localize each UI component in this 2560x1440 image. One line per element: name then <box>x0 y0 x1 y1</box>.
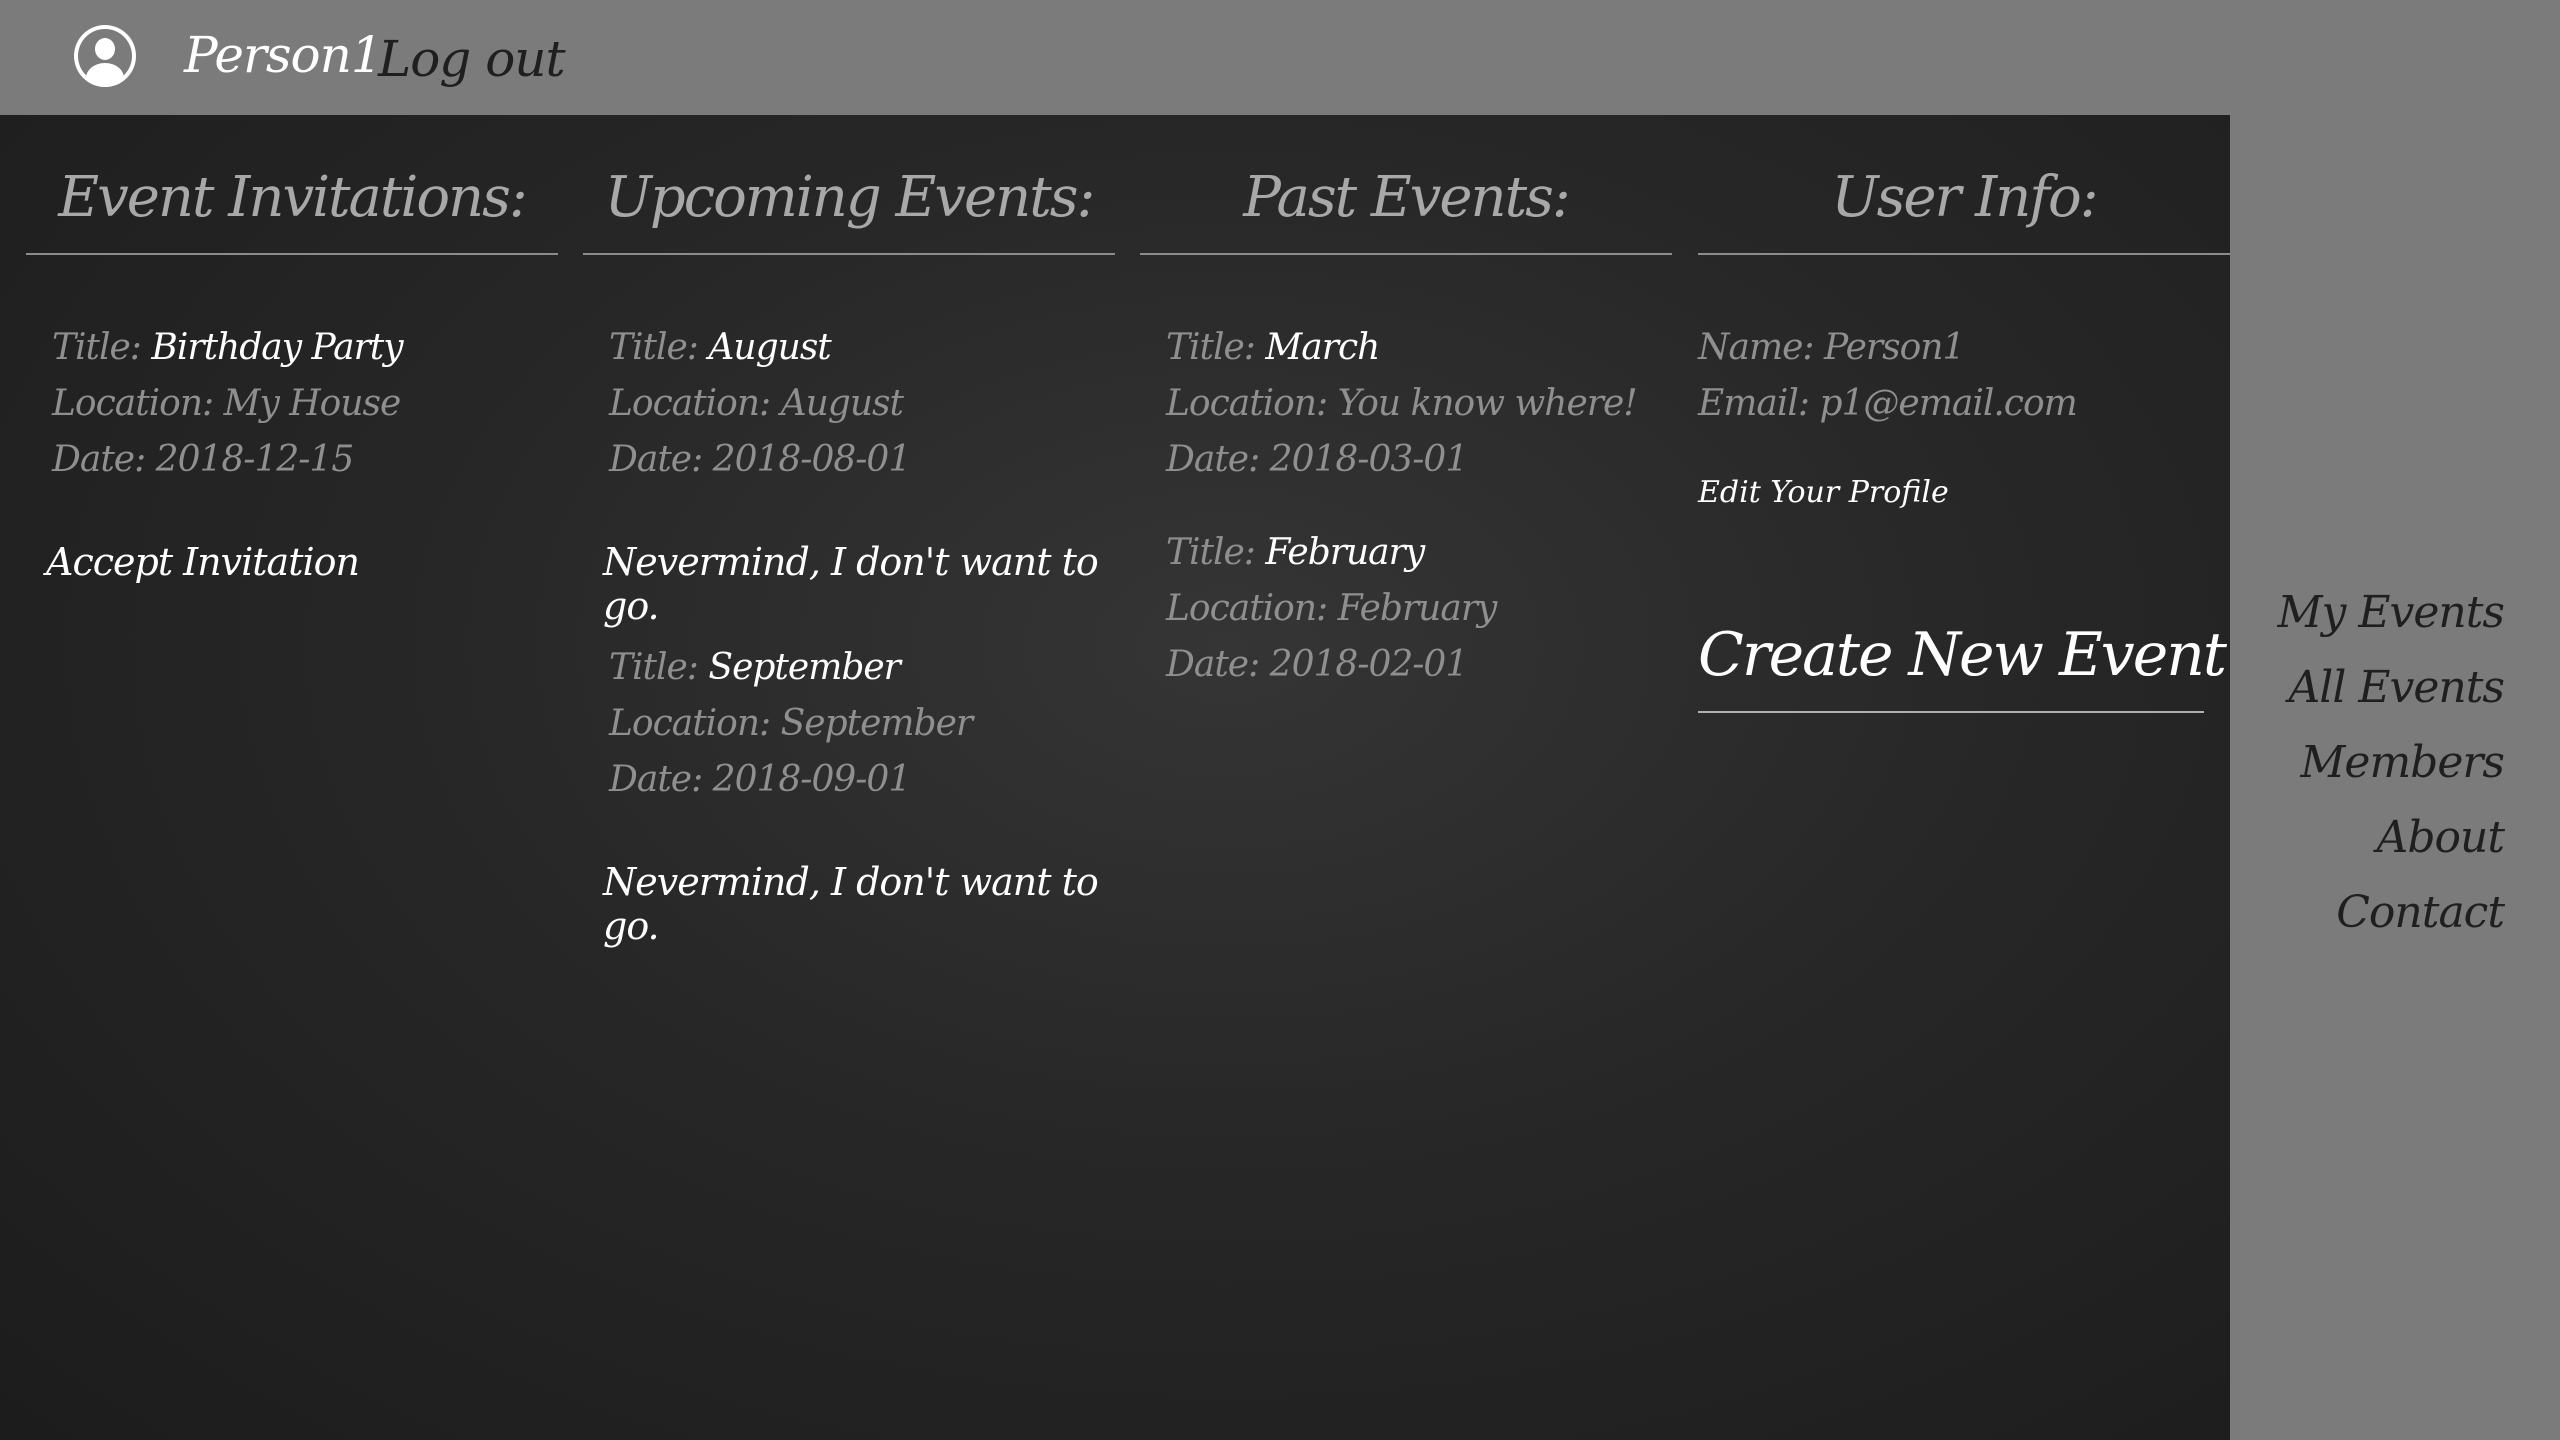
nav-members[interactable]: Members <box>2277 725 2505 800</box>
heading-divider <box>1698 253 2230 255</box>
edit-profile-link[interactable]: Edit Your Profile <box>1698 475 1949 510</box>
event-date: Date: 2018-12-15 <box>52 439 354 480</box>
event-location: Location: You know where! <box>1166 383 1638 424</box>
upcoming-heading: Upcoming Events: <box>604 165 1096 230</box>
past-item: Title: March Location: You know where! D… <box>1166 320 1638 488</box>
logout-link[interactable]: Log out <box>378 30 566 88</box>
event-title-line: Title: Birthday Party <box>52 320 404 376</box>
top-bar: Person1 Log out <box>0 0 2560 115</box>
nav-my-events[interactable]: My Events <box>2277 575 2505 650</box>
avatar-body <box>86 63 124 87</box>
event-title: February <box>1265 532 1425 573</box>
event-location: Location: September <box>609 703 973 744</box>
event-title-line: Title: August <box>609 320 910 376</box>
heading-divider <box>1140 253 1672 255</box>
event-title-line: Title: March <box>1166 320 1637 376</box>
user-email: Email: p1@email.com <box>1698 383 2078 424</box>
avatar-head <box>95 38 115 60</box>
past-item: Title: February Location: February Date:… <box>1166 525 1497 693</box>
event-title: September <box>708 647 900 688</box>
upcoming-item: Title: August Location: August Date: 201… <box>609 320 911 488</box>
cancel-attendance-button[interactable]: Nevermind, I don't want to go. <box>603 860 1115 948</box>
invitations-heading: Event Invitations: <box>58 165 527 230</box>
heading-divider <box>26 253 558 255</box>
event-title: August <box>708 327 831 368</box>
create-event-underline <box>1698 711 2204 713</box>
upcoming-item: Title: September Location: September Dat… <box>609 640 973 808</box>
event-title-label: Title: <box>609 327 699 368</box>
event-title-label: Title: <box>52 327 142 368</box>
event-date: Date: 2018-03-01 <box>1166 439 1468 480</box>
event-date: Date: 2018-08-01 <box>609 439 911 480</box>
side-navigation: My Events All Events Members About Conta… <box>2277 575 2505 950</box>
event-title-line: Title: February <box>1166 525 1496 581</box>
event-location: Location: August <box>609 383 904 424</box>
main-panel: Event Invitations: Title: Birthday Party… <box>0 115 2230 1440</box>
event-title-label: Title: <box>609 647 699 688</box>
cancel-attendance-button[interactable]: Nevermind, I don't want to go. <box>603 540 1115 628</box>
event-title: Birthday Party <box>151 327 403 368</box>
accept-invitation-button[interactable]: Accept Invitation <box>46 540 360 584</box>
event-title-line: Title: September <box>609 640 972 696</box>
event-title-label: Title: <box>1166 327 1256 368</box>
username-link[interactable]: Person1 <box>184 26 383 84</box>
create-new-event-button[interactable]: Create New Event <box>1698 620 2227 690</box>
nav-about[interactable]: About <box>2277 800 2505 875</box>
invitation-item: Title: Birthday Party Location: My House… <box>52 320 404 488</box>
event-date: Date: 2018-09-01 <box>609 759 911 800</box>
event-location: Location: My House <box>52 383 401 424</box>
event-date: Date: 2018-02-01 <box>1166 644 1468 685</box>
nav-all-events[interactable]: All Events <box>2277 650 2505 725</box>
event-location: Location: February <box>1166 588 1497 629</box>
event-title-label: Title: <box>1166 532 1256 573</box>
nav-contact[interactable]: Contact <box>2277 875 2505 950</box>
past-heading: Past Events: <box>1243 165 1570 230</box>
user-name: Name: Person1 <box>1698 327 1965 368</box>
event-title: March <box>1265 327 1380 368</box>
user-avatar-icon[interactable] <box>74 25 136 87</box>
heading-divider <box>583 253 1115 255</box>
user-info-heading: User Info: <box>1831 165 2098 230</box>
